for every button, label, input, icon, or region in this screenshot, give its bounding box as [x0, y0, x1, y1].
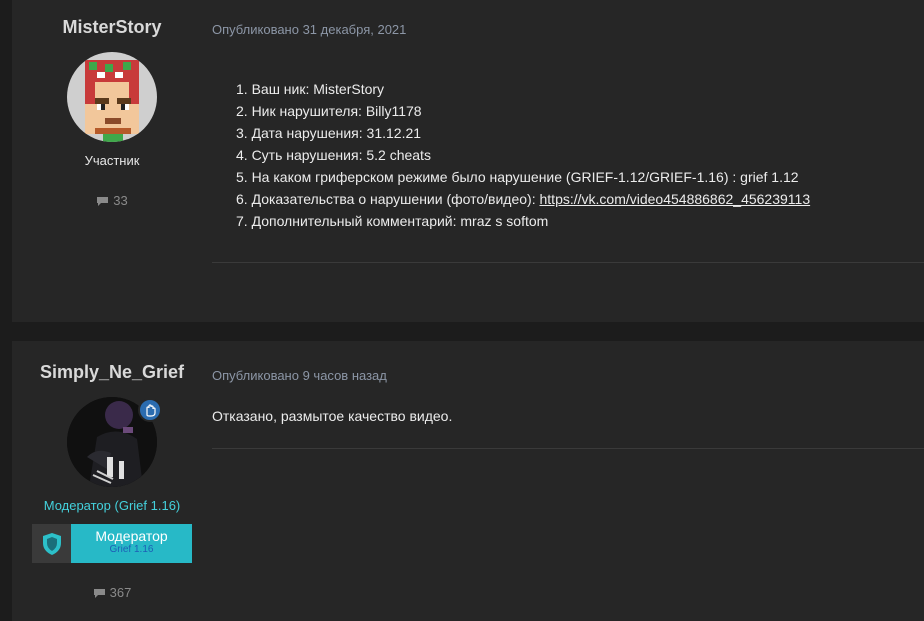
report-list: 1. Ваш ник: MisterStory 2. Ник нарушител… — [212, 78, 924, 232]
list-item: 2. Ник нарушителя: Billy1178 — [236, 103, 422, 119]
post-timestamp[interactable]: Опубликовано 9 часов назад — [212, 368, 387, 383]
list-item: 6. Доказательства о нарушении (фото/виде… — [236, 188, 924, 210]
moderator-badge-label: Модератор Grief 1.16 — [71, 524, 192, 563]
post-count-value: 367 — [109, 585, 132, 600]
list-item: 1. Ваш ник: MisterStory — [236, 81, 385, 97]
list-item-label: 6. Доказательства о нарушении (фото/виде… — [236, 191, 540, 207]
member-role: Участник — [84, 153, 140, 168]
reply-text: Отказано, размытое качество видео. — [212, 408, 453, 424]
post-content: Отказано, размытое качество видео. — [212, 408, 924, 424]
badge-main-text: Модератор — [95, 528, 168, 544]
list-item: 7. Дополнительный комментарий: mraz s so… — [236, 213, 549, 229]
badge-sub-text: Grief 1.16 — [109, 544, 154, 555]
post-count[interactable]: 367 — [12, 585, 212, 600]
post-content: 1. Ваш ник: MisterStory 2. Ник нарушител… — [212, 78, 924, 232]
list-item: 5. На каком гриферском режиме было наруш… — [236, 169, 799, 185]
list-item: 4. Суть нарушения: 5.2 cheats — [236, 147, 431, 163]
member-role: Модератор (Grief 1.16) — [43, 498, 181, 513]
avatar[interactable] — [67, 52, 157, 142]
post-timestamp[interactable]: Опубликовано 31 декабря, 2021 — [212, 22, 406, 37]
author-name[interactable]: Simply_Ne_Grief — [12, 362, 212, 383]
hand-icon — [146, 404, 156, 417]
shield-icon-box — [32, 524, 71, 563]
avatar-image — [67, 52, 157, 142]
video-link[interactable]: https://vk.com/video454886862_456239113 — [540, 191, 811, 207]
online-indicator — [138, 398, 162, 422]
author-name[interactable]: MisterStory — [12, 17, 212, 38]
shield-icon — [42, 532, 61, 555]
comment-bubble-icon — [93, 589, 105, 598]
post: MisterStory Участник 33 Опубликовано 31 … — [12, 0, 924, 322]
moderator-badge: Модератор Grief 1.16 — [32, 524, 192, 563]
comment-bubble-icon — [97, 197, 109, 206]
post-count-value: 33 — [113, 193, 128, 208]
post: Simply_Ne_Grief Модератор (Grief 1.16) М… — [12, 341, 924, 621]
list-item: 3. Дата нарушения: 31.12.21 — [236, 125, 422, 141]
post-count[interactable]: 33 — [12, 193, 212, 208]
divider — [212, 262, 924, 263]
divider — [212, 448, 924, 449]
